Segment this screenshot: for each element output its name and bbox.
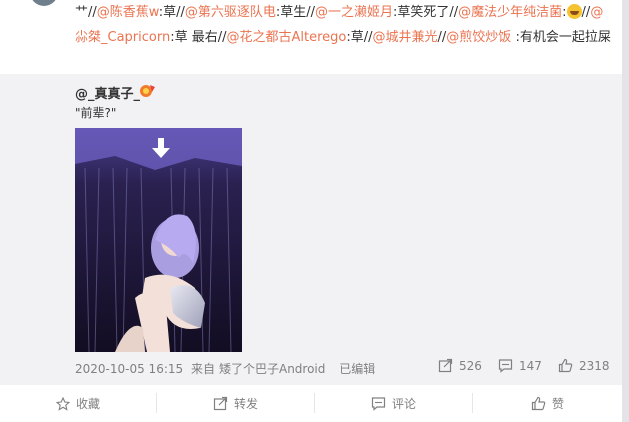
post-text-segment: :草笑死了// bbox=[393, 5, 459, 20]
post-text-segment: // bbox=[437, 30, 447, 45]
from-label: 来自 bbox=[190, 362, 215, 376]
mention-link[interactable]: @魔法少年纯洁菌 bbox=[458, 5, 562, 20]
forward-label: 转发 bbox=[233, 397, 258, 411]
forward-button[interactable]: 转发 bbox=[157, 385, 314, 422]
share-icon bbox=[213, 396, 228, 411]
comment-count: 147 bbox=[519, 358, 542, 373]
like-count: 2318 bbox=[579, 358, 610, 373]
repost-quote-text: "前辈?" bbox=[75, 106, 117, 120]
post-text-segment: 艹// bbox=[75, 5, 97, 20]
star-icon bbox=[55, 396, 70, 411]
like-label: 赞 bbox=[551, 397, 564, 411]
post-text-segment: :草生// bbox=[275, 5, 315, 20]
post-text-segment: :草 最右// bbox=[170, 30, 227, 45]
mention-link[interactable]: @第六驱逐队电 bbox=[185, 5, 276, 20]
repost-comment-stat[interactable]: 147 bbox=[498, 358, 542, 373]
mention-link[interactable]: @一之濑姬月 bbox=[315, 5, 393, 20]
post-text-segment: :草// bbox=[346, 30, 373, 45]
mention-link[interactable]: @陈香蕉w bbox=[97, 5, 159, 20]
scrollbar[interactable] bbox=[622, 0, 629, 422]
share-icon bbox=[438, 358, 453, 373]
repost-meta: 2020-10-05 16:15 来自 矮了个巴子Android 已编辑 bbox=[75, 360, 379, 377]
laugh-emoji-icon bbox=[566, 4, 582, 19]
forward-count: 526 bbox=[459, 358, 482, 373]
repost-card: @_真真子_ "前辈?" 2020-10-05 16:15 来自 矮了个巴子An… bbox=[0, 74, 622, 384]
mention-link[interactable]: @煎饺炒饭 bbox=[446, 30, 511, 45]
action-bar: 收藏 转发 评论 赞 bbox=[0, 385, 622, 422]
edited-label[interactable]: 已编辑 bbox=[339, 362, 375, 376]
like-button[interactable]: 赞 bbox=[473, 385, 622, 422]
source-link[interactable]: 矮了个巴子Android bbox=[219, 362, 325, 376]
post-text-segment: : bbox=[562, 5, 567, 20]
photo-illustration bbox=[75, 128, 242, 352]
post-text: 艹//@陈香蕉w:草//@第六驱逐队电:草生//@一之濑姬月:草笑死了//@魔法… bbox=[75, 0, 615, 50]
post-text-segment: :有机会一起拉屎 bbox=[511, 30, 611, 45]
thumbs-up-icon bbox=[558, 358, 573, 373]
avatar[interactable] bbox=[30, 0, 58, 6]
repost-like-stat[interactable]: 2318 bbox=[558, 358, 610, 373]
comment-button[interactable]: 评论 bbox=[315, 385, 472, 422]
favorite-button[interactable]: 收藏 bbox=[0, 385, 156, 422]
post-image[interactable] bbox=[75, 128, 242, 352]
favorite-label: 收藏 bbox=[75, 397, 100, 411]
mention-link[interactable]: @花之都古Alterego bbox=[227, 30, 347, 45]
thumbs-up-icon bbox=[531, 396, 546, 411]
vip-badge-icon bbox=[140, 85, 155, 97]
repost-forward-stat[interactable]: 526 bbox=[438, 358, 482, 373]
comment-icon bbox=[371, 397, 386, 411]
mention-link[interactable]: @城井兼光 bbox=[373, 30, 438, 45]
post-text-segment: :草// bbox=[158, 5, 185, 20]
post-text-segment: // bbox=[581, 5, 591, 20]
comment-icon bbox=[498, 359, 513, 373]
comment-label: 评论 bbox=[391, 397, 416, 411]
timestamp[interactable]: 2020-10-05 16:15 bbox=[75, 362, 183, 376]
repost-author-link[interactable]: @_真真子_ bbox=[75, 83, 140, 102]
post-body: 艹//@陈香蕉w:草//@第六驱逐队电:草生//@一之濑姬月:草笑死了//@魔法… bbox=[0, 0, 622, 74]
